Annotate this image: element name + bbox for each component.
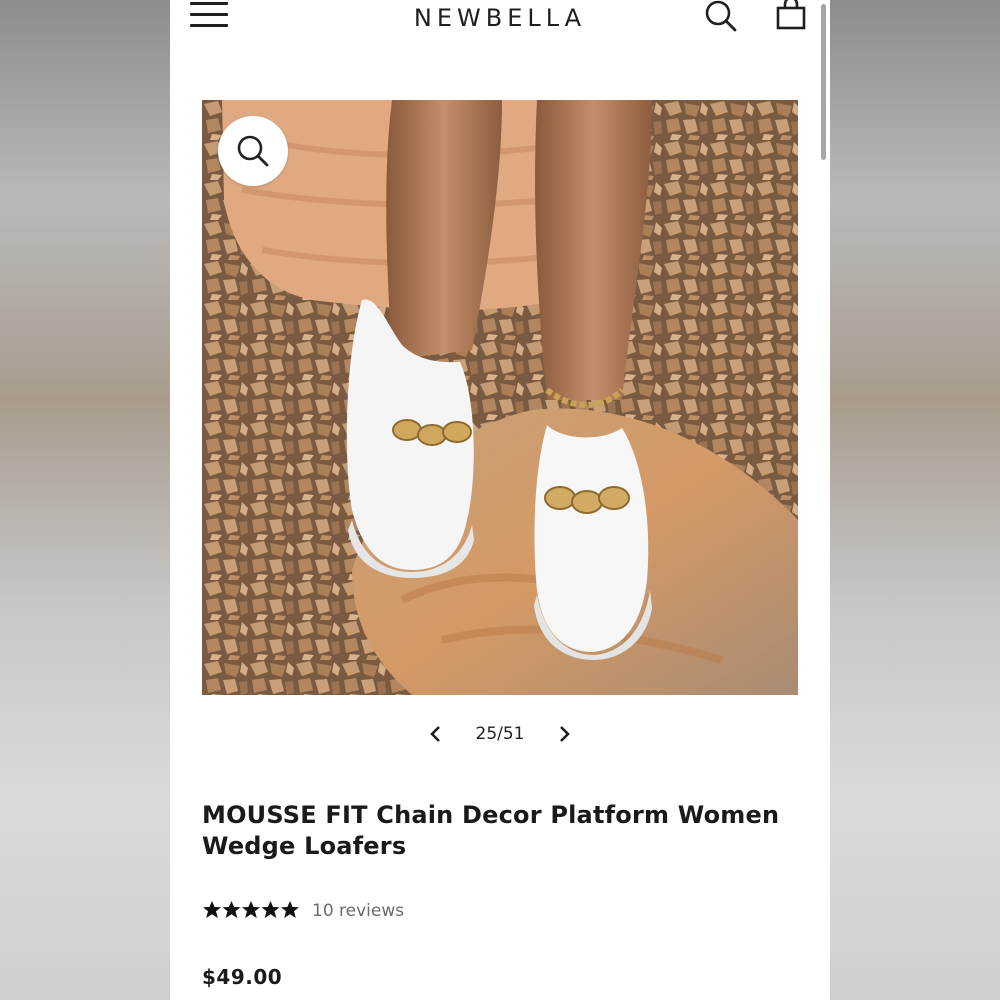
star-rating-icon <box>203 901 299 918</box>
product-title: MOUSSE FIT Chain Decor Platform Women We… <box>202 801 780 860</box>
product-page: NEWBELLA 25/51 MOUSSE FIT Chain Decor Pl… <box>170 0 830 1000</box>
zoom-magnifier-icon <box>237 135 269 167</box>
chevron-left-icon[interactable] <box>426 723 446 745</box>
shopping-bag-icon[interactable] <box>774 0 808 30</box>
chevron-right-icon[interactable] <box>554 723 574 745</box>
zoom-button[interactable] <box>218 116 288 186</box>
product-image-gallery[interactable] <box>202 100 798 695</box>
site-header: NEWBELLA <box>170 0 830 40</box>
search-icon[interactable] <box>703 0 739 32</box>
reviews-link[interactable]: 10 reviews <box>312 901 404 921</box>
gallery-pager: 25/51 <box>170 718 830 750</box>
product-photo <box>202 100 798 695</box>
product-price: $49.00 <box>202 965 283 989</box>
image-counter: 25/51 <box>475 724 525 744</box>
